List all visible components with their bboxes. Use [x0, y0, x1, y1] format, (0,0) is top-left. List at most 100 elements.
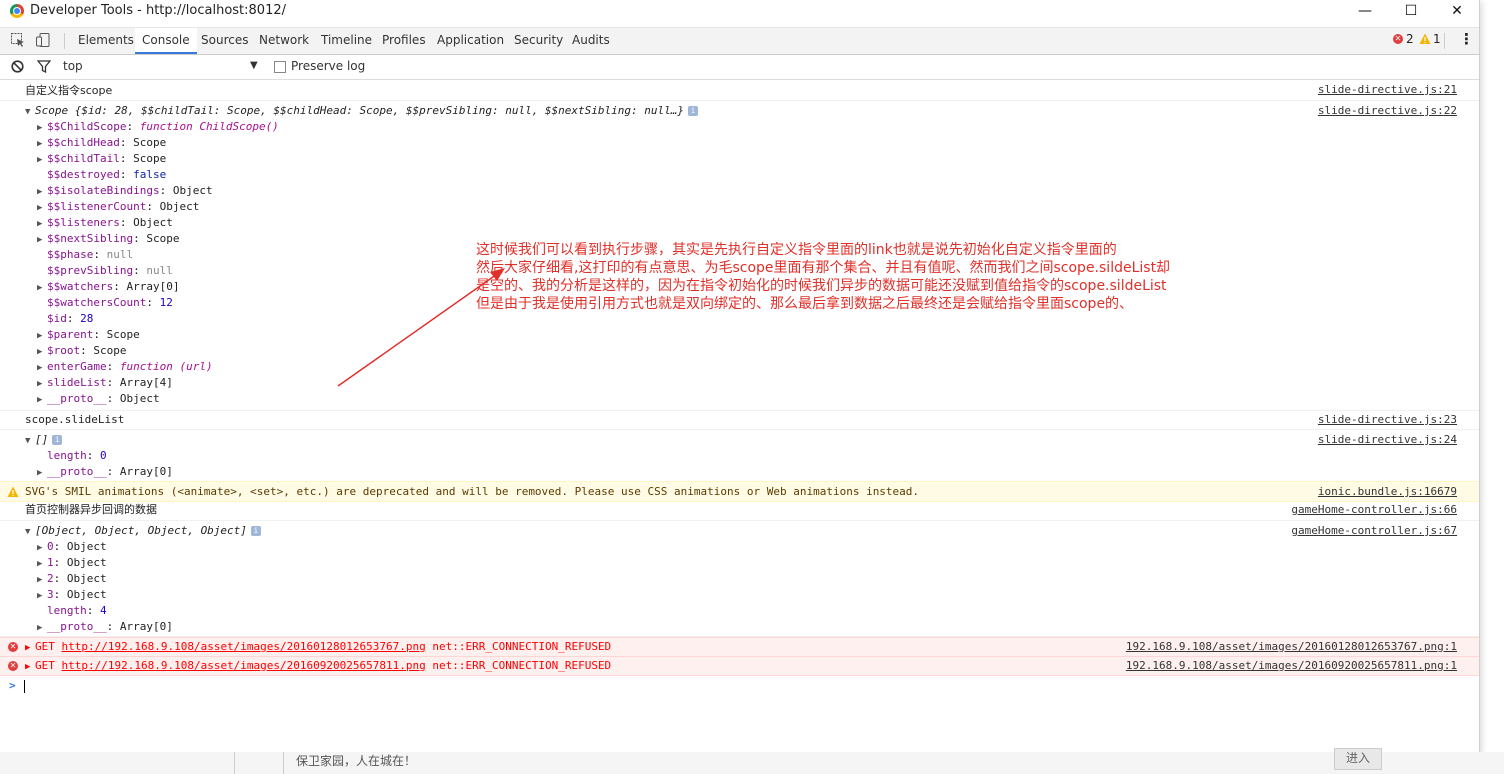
minimize-button[interactable]: —	[1342, 0, 1388, 24]
tree-item[interactable]: ▶ $$childTail: Scope	[37, 151, 166, 168]
array-summary[interactable]: ▼ [Object, Object, Object, Object] i	[25, 523, 261, 540]
annotation-line: 但是由于我是使用引用方式也就是双向绑定的、那么最后拿到数据之后最终还是会赋给指令…	[476, 296, 1134, 312]
tree-item[interactable]: ▶ $$watchers: Array[0]	[37, 279, 179, 296]
tree-item: length: 4	[47, 604, 107, 617]
tree-item: $id: 28	[47, 312, 94, 325]
tree-item[interactable]: ▶ __proto__: Array[0]	[37, 464, 173, 481]
tree-item[interactable]: ▶ $$listeners: Object	[37, 215, 173, 232]
context-selector[interactable]: top	[63, 59, 83, 73]
tree-item[interactable]: ▶ $$childHead: Scope	[37, 135, 166, 152]
console-error: ✕ ▶ GET http://192.168.9.108/asset/images…	[0, 656, 1479, 676]
console-warning: SVG's SMIL animations (<animate>, <set>,…	[0, 481, 1479, 502]
prompt-icon: >	[9, 679, 16, 692]
tree-item[interactable]: ▶ slideList: Array[4]	[37, 375, 173, 392]
annotation-line: 然后大家仔细看,这打印的有点意思、为毛scope里面有那个集合、并且有值呢、然而…	[476, 260, 1171, 276]
annotation-note: 这时候我们可以看到执行步骤，其实是先执行自定义指令里面的link也就是说先初始化…	[476, 241, 1276, 313]
tab-audits[interactable]: Audits	[565, 28, 617, 54]
inspect-element-icon[interactable]	[10, 32, 26, 48]
console-output: 自定义指令scope slide-directive.js:21 ▼ Scope …	[0, 80, 1479, 752]
tree-item[interactable]: ▶ 0: Object	[37, 539, 107, 556]
tab-security[interactable]: Security	[507, 28, 570, 54]
error-text[interactable]: ▶ GET http://192.168.9.108/asset/images/2…	[25, 639, 611, 656]
source-link[interactable]: slide-directive.js:23	[1318, 413, 1457, 426]
preserve-log-label: Preserve log	[291, 59, 366, 73]
enter-button[interactable]: 进入	[1334, 748, 1382, 770]
array-summary[interactable]: ▼[] i	[25, 432, 63, 449]
close-button[interactable]: ✕	[1434, 0, 1480, 24]
tree-item: $$destroyed: false	[47, 168, 167, 181]
customize-menu-icon[interactable]: ⋮	[1459, 30, 1474, 48]
tab-elements[interactable]: Elements	[71, 28, 141, 54]
error-count-icon: ✕	[1393, 34, 1403, 44]
title-bar: Developer Tools - http://localhost:8012/…	[0, 0, 1479, 24]
filter-icon[interactable]	[37, 60, 51, 73]
source-link[interactable]: gameHome-controller.js:66	[1291, 503, 1457, 516]
warning-count-icon	[1419, 33, 1431, 44]
maximize-button[interactable]: ☐	[1388, 0, 1434, 24]
background-text: 保卫家园，人在城在！	[296, 754, 417, 768]
tree-item: $$prevSibling: null	[47, 264, 173, 277]
tree-item: length: 0	[47, 449, 107, 462]
context-dropdown-icon[interactable]: ▼	[250, 60, 258, 71]
tree-item: $$watchersCount: 12	[47, 296, 173, 309]
tree-item[interactable]: ▶ $$nextSibling: Scope	[37, 231, 179, 248]
tab-network[interactable]: Network	[252, 28, 316, 54]
log-text: 首页控制器异步回调的数据	[25, 503, 157, 516]
console-object-message: ▼ [Object, Object, Object, Object] i gameH…	[0, 521, 1479, 637]
tree-item[interactable]: ▶ enterGame: function (url)	[37, 359, 213, 376]
log-text: scope.slideList	[25, 413, 125, 426]
tree-item[interactable]: ▶ __proto__: Array[0]	[37, 619, 173, 636]
source-link[interactable]: ionic.bundle.js:16679	[1318, 485, 1457, 498]
tab-sources[interactable]: Sources	[194, 28, 255, 54]
error-icon: ✕	[8, 661, 18, 671]
background-divider	[234, 752, 235, 774]
toolbar-separator-right	[1444, 33, 1445, 49]
device-toolbar-icon[interactable]	[35, 32, 51, 48]
error-icon: ✕	[8, 642, 18, 652]
console-message: 首页控制器异步回调的数据 gameHome-controller.js:66	[0, 501, 1479, 521]
chrome-logo-icon	[10, 4, 24, 18]
tree-item[interactable]: ▶ $parent: Scope	[37, 327, 140, 344]
clear-console-icon[interactable]	[11, 60, 24, 73]
tree-item[interactable]: ▶ 1: Object	[37, 555, 107, 572]
tab-profiles[interactable]: Profiles	[375, 28, 433, 54]
annotation-line: 是空的、我的分析是这样的，因为在指令初始化的时候我们异步的数据可能还没赋到值给指…	[476, 278, 1167, 294]
console-message: scope.slideList slide-directive.js:23	[0, 411, 1479, 430]
scope-object-summary[interactable]: ▼ Scope {$id: 28, $$childTail: Scope, $$c…	[25, 103, 699, 120]
preserve-log-checkbox[interactable]	[274, 61, 286, 73]
tree-item[interactable]: ▶ $$ChildScope: function ChildScope()	[37, 119, 279, 136]
log-text: 自定义指令scope	[25, 84, 113, 97]
tree-item[interactable]: ▶ 2: Object	[37, 571, 107, 588]
error-count[interactable]: 2	[1406, 32, 1414, 46]
console-object-message: ▼[] i slide-directive.js:24 length: 0 ▶ __…	[0, 430, 1479, 482]
devtools-toolbar: Elements Console Sources Network Timelin…	[0, 27, 1479, 55]
tree-item[interactable]: ▶ $$isolateBindings: Object	[37, 183, 213, 200]
tree-item[interactable]: ▶ 3: Object	[37, 587, 107, 604]
tree-item: $$phase: null	[47, 248, 134, 261]
source-link[interactable]: 192.168.9.108/asset/images/2016012801265…	[1126, 640, 1457, 653]
source-link[interactable]: slide-directive.js:24	[1318, 433, 1457, 446]
window-title: Developer Tools - http://localhost:8012/	[30, 3, 286, 18]
console-prompt[interactable]: >	[0, 676, 1479, 696]
tree-item[interactable]: ▶ __proto__: Object	[37, 391, 160, 408]
tab-console[interactable]: Console	[135, 28, 197, 54]
source-link[interactable]: 192.168.9.108/asset/images/2016092002565…	[1126, 659, 1457, 672]
devtools-window: Developer Tools - http://localhost:8012/…	[0, 0, 1480, 753]
tree-item[interactable]: ▶ $$listenerCount: Object	[37, 199, 199, 216]
toolbar-separator	[64, 33, 65, 49]
warning-text: SVG's SMIL animations (<animate>, <set>,…	[25, 485, 920, 498]
tree-item[interactable]: ▶ $root: Scope	[37, 343, 127, 360]
source-link[interactable]: gameHome-controller.js:67	[1291, 524, 1457, 537]
error-text[interactable]: ▶ GET http://192.168.9.108/asset/images/2…	[25, 658, 611, 675]
console-error: ✕ ▶ GET http://192.168.9.108/asset/images…	[0, 637, 1479, 657]
prompt-cursor	[24, 680, 25, 693]
background-divider	[283, 752, 284, 774]
console-message: 自定义指令scope slide-directive.js:21	[0, 80, 1479, 101]
source-link[interactable]: slide-directive.js:22	[1318, 104, 1457, 117]
tab-application[interactable]: Application	[430, 28, 511, 54]
tab-timeline[interactable]: Timeline	[314, 28, 379, 54]
background-page: 保卫家园，人在城在！ 进入	[0, 748, 1504, 774]
source-link[interactable]: slide-directive.js:21	[1318, 83, 1457, 96]
warning-count[interactable]: 1	[1433, 32, 1441, 46]
annotation-line: 这时候我们可以看到执行步骤，其实是先执行自定义指令里面的link也就是说先初始化…	[476, 242, 1117, 258]
